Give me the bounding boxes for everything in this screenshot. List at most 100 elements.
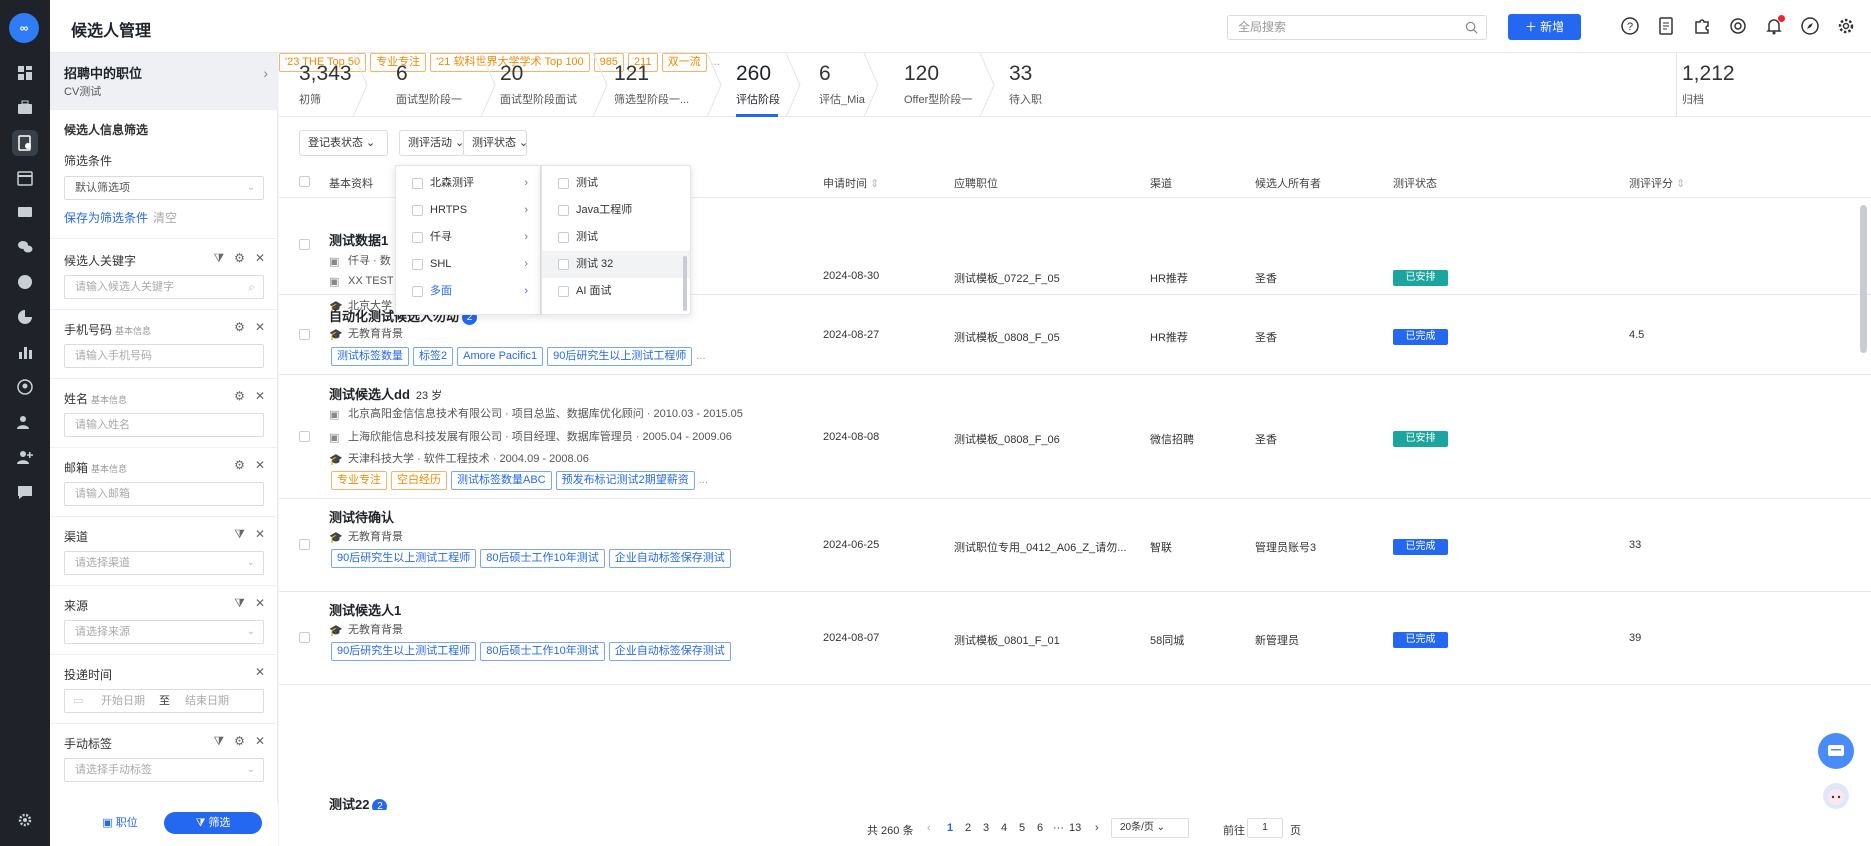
new-button[interactable]: ＋ 新增 bbox=[1508, 14, 1581, 40]
record-icon[interactable] bbox=[12, 269, 38, 295]
menu-item-shl[interactable]: SHL › bbox=[396, 251, 540, 278]
submenu-item[interactable]: 测试 32 bbox=[542, 251, 690, 278]
menu-checkbox[interactable] bbox=[412, 259, 423, 270]
briefcase-icon[interactable] bbox=[12, 95, 38, 121]
menu-checkbox[interactable] bbox=[558, 178, 569, 189]
compass-icon[interactable] bbox=[1800, 16, 1820, 36]
keyword-input[interactable]: 请输入候选人关键字 ⌕ bbox=[64, 275, 264, 299]
pie-chart-icon[interactable] bbox=[12, 304, 38, 330]
support-icon[interactable] bbox=[1728, 16, 1748, 36]
filter-icon[interactable]: ⧩ bbox=[213, 251, 224, 266]
submenu-item[interactable]: 测试 bbox=[542, 170, 690, 197]
assessment-status-button[interactable]: 测评状态 ⌄ bbox=[463, 130, 528, 156]
tab-filter[interactable]: ⧩ 筛选 bbox=[164, 812, 262, 834]
page-3[interactable]: 3 bbox=[983, 822, 989, 834]
page-13[interactable]: 13 bbox=[1069, 822, 1081, 834]
close-icon[interactable]: ✕ bbox=[255, 320, 265, 334]
candidate-name[interactable]: 测试待确认 bbox=[329, 507, 394, 526]
calendar-icon[interactable] bbox=[12, 165, 38, 191]
dashboard-icon[interactable] bbox=[12, 60, 38, 86]
puzzle-icon[interactable] bbox=[1692, 16, 1712, 36]
assessment-activity-button[interactable]: 测评活动 ⌄ bbox=[399, 130, 464, 156]
select-all-checkbox[interactable] bbox=[299, 176, 310, 187]
more-tags[interactable]: ... bbox=[699, 474, 708, 486]
filter-icon[interactable]: ⧩ bbox=[213, 734, 224, 749]
channel-select[interactable]: 请选择渠道 ⌄ bbox=[64, 551, 264, 575]
email-input[interactable]: 请输入邮箱 bbox=[64, 482, 264, 506]
close-icon[interactable]: ✕ bbox=[255, 527, 265, 542]
user-add-icon[interactable] bbox=[12, 444, 38, 470]
form-status-button[interactable]: 登记表状态 ⌄ bbox=[299, 130, 388, 156]
save-filter-link[interactable]: 保存为筛选条件 bbox=[64, 209, 148, 226]
candidate-icon[interactable] bbox=[12, 130, 38, 156]
next-page-icon[interactable]: › bbox=[1095, 822, 1099, 834]
close-icon[interactable]: ✕ bbox=[255, 251, 265, 266]
submenu-item[interactable]: 测试 bbox=[542, 224, 690, 251]
assistant-float-button[interactable] bbox=[1823, 783, 1849, 809]
gear-icon[interactable]: ⚙ bbox=[234, 734, 245, 749]
table-row[interactable]: 测试待确认 🎓 无教育背景 90后研究生以上测试工程师 80后硕士工作10年测试 企业… bbox=[279, 499, 1871, 592]
stage-tab[interactable]: 121 筛选型阶段一... bbox=[614, 53, 714, 117]
row-checkbox[interactable] bbox=[299, 431, 310, 442]
bar-chart-icon[interactable] bbox=[12, 339, 38, 365]
date-range-input[interactable]: ▭ 开始日期 至 结束日期 bbox=[64, 689, 264, 713]
submenu-item[interactable]: AI 面试 bbox=[542, 278, 690, 305]
menu-item-qianxun[interactable]: 仟寻 › bbox=[396, 224, 540, 251]
row-checkbox[interactable] bbox=[299, 539, 310, 550]
candidate-name[interactable]: 测试数据1 bbox=[329, 230, 388, 249]
bell-icon[interactable] bbox=[1764, 15, 1785, 36]
page-size-select[interactable]: 20条/页 ⌄ bbox=[1111, 818, 1189, 838]
clear-link[interactable]: 清空 bbox=[153, 209, 177, 226]
page-2[interactable]: 2 bbox=[965, 822, 971, 834]
menu-checkbox[interactable] bbox=[558, 232, 569, 243]
gear-icon[interactable]: ⚙ bbox=[234, 389, 245, 403]
stage-tab[interactable]: 33 待入职 bbox=[1009, 53, 1079, 117]
help-icon[interactable]: ? bbox=[1620, 16, 1640, 36]
menu-checkbox[interactable] bbox=[412, 178, 423, 189]
chat-float-button[interactable] bbox=[1818, 733, 1854, 769]
candidate-name[interactable]: 测试候选人1 bbox=[329, 600, 401, 619]
job-selector[interactable]: 招聘中的职位 CV测试 › bbox=[50, 53, 278, 110]
settings-icon[interactable] bbox=[12, 807, 38, 833]
stage-tab[interactable]: 6 面试型阶段一 bbox=[396, 53, 491, 117]
close-icon[interactable]: ✕ bbox=[255, 389, 265, 403]
message-icon[interactable] bbox=[12, 479, 38, 505]
gear-icon[interactable]: ⚙ bbox=[234, 251, 245, 266]
source-select[interactable]: 请选择来源 ⌄ bbox=[64, 620, 264, 644]
page-4[interactable]: 4 bbox=[1001, 822, 1007, 834]
table-row[interactable] bbox=[279, 685, 1871, 810]
col-apply-time[interactable]: 申请时间 ⇕ bbox=[823, 175, 879, 191]
page-ellipsis[interactable]: ··· bbox=[1053, 822, 1064, 834]
menu-checkbox[interactable] bbox=[558, 286, 569, 297]
stage-tab[interactable]: 3,343 初筛 bbox=[299, 53, 359, 117]
gear-icon[interactable] bbox=[1836, 16, 1856, 36]
menu-item-duomian[interactable]: 多面 › bbox=[396, 278, 540, 305]
manual-tag-select[interactable]: 请选择手动标签 ⌄ bbox=[64, 758, 264, 782]
close-icon[interactable]: ✕ bbox=[255, 665, 265, 679]
gear-icon[interactable]: ⚙ bbox=[234, 320, 245, 334]
tab-positions[interactable]: ▣ 职位 bbox=[90, 812, 150, 834]
document-icon[interactable] bbox=[1656, 16, 1676, 36]
row-checkbox[interactable] bbox=[299, 632, 310, 643]
row-checkbox[interactable] bbox=[299, 329, 310, 340]
page-5[interactable]: 5 bbox=[1019, 822, 1025, 834]
row-checkbox[interactable] bbox=[299, 239, 310, 250]
filter-icon[interactable]: ⧩ bbox=[234, 596, 245, 611]
table-row[interactable]: 测试候选人dd 23 岁 ▣ 北京高阳金信信息技术有限公司 · 项目总监、数据库优化… bbox=[279, 375, 1871, 499]
phone-input[interactable]: 请输入手机号码 bbox=[64, 344, 264, 368]
conditions-select[interactable]: 默认筛选项 ⌄ bbox=[64, 176, 264, 200]
candidate-name[interactable]: 测试候选人dd 23 岁 bbox=[329, 384, 442, 403]
menu-checkbox[interactable] bbox=[558, 205, 569, 216]
table-row[interactable]: 测试候选人1 🎓 无教育背景 90后研究生以上测试工程师 80后硕士工作10年测试企… bbox=[279, 592, 1871, 685]
id-card-icon[interactable] bbox=[12, 199, 38, 225]
menu-checkbox[interactable] bbox=[558, 259, 569, 270]
page-6[interactable]: 6 bbox=[1037, 822, 1043, 834]
menu-checkbox[interactable] bbox=[412, 232, 423, 243]
main-scrollbar[interactable] bbox=[1860, 205, 1867, 353]
stage-tab-archive[interactable]: 1,212 归档 bbox=[1682, 53, 1762, 117]
goto-input[interactable]: 1 bbox=[1247, 818, 1283, 838]
menu-scrollbar[interactable] bbox=[683, 256, 687, 311]
submenu-item[interactable]: Java工程师 bbox=[542, 197, 690, 224]
close-icon[interactable]: ✕ bbox=[255, 734, 265, 749]
close-icon[interactable]: ✕ bbox=[255, 596, 265, 611]
